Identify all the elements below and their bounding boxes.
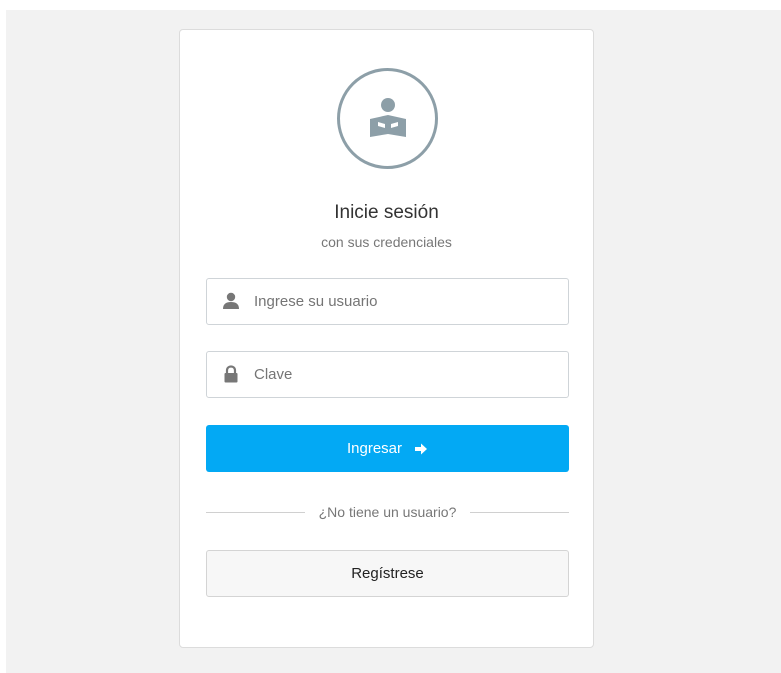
login-button[interactable]: Ingresar [206,425,569,472]
user-icon [223,292,239,309]
username-input[interactable] [254,279,554,324]
password-field[interactable] [206,351,569,398]
divider-line-left [206,511,305,513]
avatar [337,68,438,169]
register-divider: ¿No tiene un usuario? [206,502,570,522]
username-field[interactable] [206,278,569,325]
login-card: Inicie sesión con sus credenciales Ingre… [179,29,594,648]
password-input[interactable] [254,352,554,397]
page-title: Inicie sesión [334,202,439,223]
divider-line-right [470,511,570,513]
page-subtitle: con sus credenciales [321,234,452,250]
arrow-right-icon [415,443,428,454]
login-button-label: Ingresar [346,440,403,457]
divider-text: ¿No tiene un usuario? [318,504,457,520]
register-button[interactable]: Regístrese [206,550,569,597]
lock-icon [224,365,238,383]
user-reading-icon [370,98,406,137]
